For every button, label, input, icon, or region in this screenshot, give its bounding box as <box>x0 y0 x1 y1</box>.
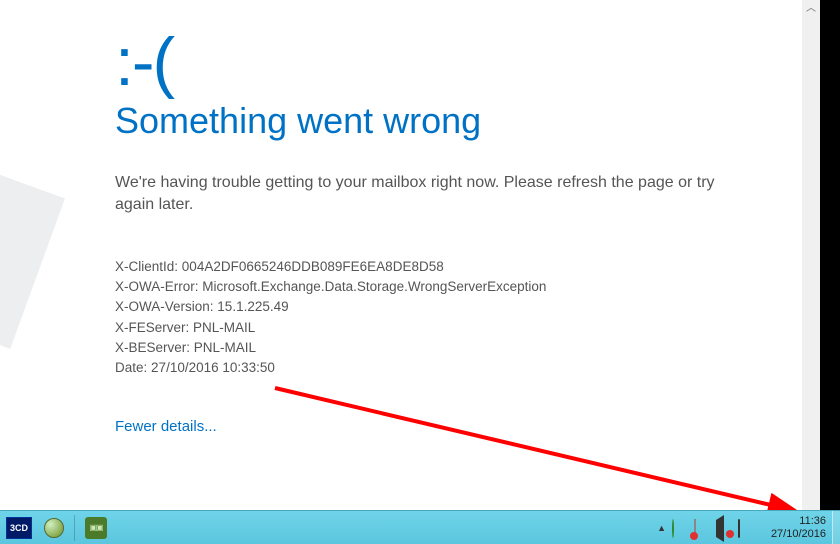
tray-action-center-icon[interactable] <box>694 520 710 536</box>
detail-row: X-ClientId: 004A2DF0665246DDB089FE6EA8DE… <box>115 257 735 277</box>
detail-value: 27/10/2016 10:33:50 <box>151 360 275 375</box>
tray-recycle-icon[interactable] <box>672 520 688 536</box>
taskbar-app-3cd[interactable]: 3CD <box>2 514 36 542</box>
detail-value: PNL-MAIL <box>194 340 256 355</box>
detail-label: X-ClientId: <box>115 259 178 274</box>
taskbar: 3CD ▲ 11:36 27/10/2016 <box>0 510 840 544</box>
browser-viewport: :-( Something went wrong We're having tr… <box>0 0 840 510</box>
refresh-link[interactable]: ↻ Refresh the page <box>115 453 735 476</box>
show-desktop-button[interactable] <box>832 511 840 544</box>
background-shape <box>0 171 65 349</box>
detail-label: X-OWA-Version: <box>115 299 214 314</box>
detail-label: X-FEServer: <box>115 320 189 335</box>
sad-face-icon: :-( <box>115 28 735 96</box>
detail-row: X-OWA-Version: 15.1.225.49 <box>115 297 735 317</box>
error-heading: Something went wrong <box>115 100 735 142</box>
globe-icon <box>44 518 64 538</box>
detail-label: Date: <box>115 360 147 375</box>
tray-clock[interactable]: 11:36 27/10/2016 <box>760 515 826 540</box>
detail-value: 15.1.225.49 <box>217 299 288 314</box>
taskbar-separator <box>74 515 75 541</box>
detail-row: X-OWA-Error: Microsoft.Exchange.Data.Sto… <box>115 277 735 297</box>
error-message: We're having trouble getting to your mai… <box>115 172 735 217</box>
detail-value: PNL-MAIL <box>193 320 255 335</box>
tray-volume-icon[interactable] <box>716 520 732 536</box>
scroll-up-arrow-icon[interactable]: ︿ <box>802 0 820 18</box>
app-3cd-icon: 3CD <box>6 517 32 539</box>
vmware-icon <box>85 517 107 539</box>
detail-label: X-OWA-Error: <box>115 279 199 294</box>
taskbar-app-browser[interactable] <box>40 514 68 542</box>
vertical-scrollbar[interactable] <box>802 0 820 510</box>
error-details: X-ClientId: 004A2DF0665246DDB089FE6EA8DE… <box>115 257 735 379</box>
detail-row: X-BEServer: PNL-MAIL <box>115 338 735 358</box>
error-panel: :-( Something went wrong We're having tr… <box>115 28 735 476</box>
detail-value: Microsoft.Exchange.Data.Storage.WrongSer… <box>202 279 546 294</box>
detail-value: 004A2DF0665246DDB089FE6EA8DE8D58 <box>182 259 444 274</box>
detail-label: X-BEServer: <box>115 340 190 355</box>
fewer-details-link[interactable]: Fewer details... <box>115 418 217 435</box>
taskbar-app-vmware[interactable] <box>81 514 111 542</box>
window-edge <box>820 0 840 510</box>
detail-row: X-FEServer: PNL-MAIL <box>115 318 735 338</box>
detail-row: Date: 27/10/2016 10:33:50 <box>115 358 735 378</box>
clock-time: 11:36 <box>760 515 826 528</box>
tray-overflow-chevron-icon[interactable]: ▲ <box>657 523 666 533</box>
clock-date: 27/10/2016 <box>760 528 826 541</box>
tray-network-icon[interactable] <box>738 520 754 536</box>
system-tray: ▲ 11:36 27/10/2016 <box>657 515 832 540</box>
